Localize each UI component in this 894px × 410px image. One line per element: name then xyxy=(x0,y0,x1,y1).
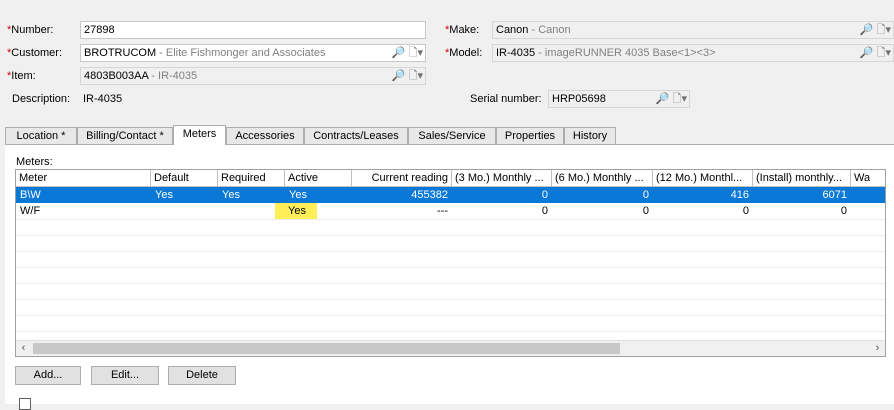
monthly-6mo-cell: 0 xyxy=(642,189,649,201)
meter-cell: W/F xyxy=(20,205,41,217)
monthly-12mo-cell: 0 xyxy=(742,205,749,217)
description-label: Description: xyxy=(12,93,71,105)
make-label: *Make: xyxy=(445,24,480,36)
scrollbar-thumb[interactable] xyxy=(33,343,620,354)
row-divider xyxy=(16,267,885,268)
row-divider xyxy=(16,251,885,252)
row-divider xyxy=(16,331,885,332)
row-divider xyxy=(16,219,885,220)
column-header-active[interactable]: Active xyxy=(285,170,352,186)
search-icon[interactable]: 🔎 xyxy=(392,69,406,83)
item-field[interactable]: 4803B003AA - IR-4035 🔎 🗋▾ xyxy=(80,67,426,85)
row-divider xyxy=(16,235,885,236)
row-divider xyxy=(16,299,885,300)
description-value: IR-4035 xyxy=(83,93,123,105)
customer-field[interactable]: BROTRUCOM - Elite Fishmonger and Associa… xyxy=(80,44,426,62)
install-monthly-cell: 0 xyxy=(840,205,847,217)
column-header-6mo-monthly[interactable]: (6 Mo.) Monthly ... xyxy=(552,170,653,186)
meters-grid[interactable]: Meter Default Required Active Current re… xyxy=(15,169,886,357)
table-row[interactable]: B\W Yes Yes Yes 455382 0 0 416 6071 xyxy=(16,187,885,203)
column-header-wa[interactable]: Wa xyxy=(851,170,885,186)
current-reading-cell: 455382 xyxy=(411,189,448,201)
row-divider xyxy=(16,315,885,316)
scroll-right-icon[interactable]: › xyxy=(870,341,885,356)
monthly-6mo-cell: 0 xyxy=(642,205,649,217)
column-header-required[interactable]: Required xyxy=(218,170,285,186)
active-cell: Yes xyxy=(275,203,317,219)
install-monthly-cell: 6071 xyxy=(822,189,847,201)
search-icon[interactable]: 🔎 xyxy=(860,46,874,60)
item-label: *Item: xyxy=(7,70,36,82)
document-menu-icon[interactable]: 🗋▾ xyxy=(877,46,891,60)
tab-properties[interactable]: Properties xyxy=(496,127,564,144)
monthly-3mo-cell: 0 xyxy=(541,189,548,201)
active-cell: Yes xyxy=(289,189,307,201)
table-row[interactable]: W/F Yes --- 0 0 0 0 xyxy=(16,203,885,219)
search-icon[interactable]: 🔎 xyxy=(392,46,406,60)
search-icon[interactable]: 🔎 xyxy=(860,23,874,37)
serial-number-label: Serial number: xyxy=(470,93,542,105)
tab-contracts-leases[interactable]: Contracts/Leases xyxy=(304,127,408,144)
model-field[interactable]: IR-4035 - imageRUNNER 4035 Base<1><3> 🔎 🗋… xyxy=(492,44,894,62)
monthly-3mo-cell: 0 xyxy=(541,205,548,217)
tab-location[interactable]: Location * xyxy=(5,127,77,144)
column-header-3mo-monthly[interactable]: (3 Mo.) Monthly ... xyxy=(452,170,552,186)
default-cell xyxy=(151,203,218,219)
grid-header: Meter Default Required Active Current re… xyxy=(16,170,885,187)
make-field[interactable]: Canon - Canon 🔎 🗋▾ xyxy=(492,21,894,39)
document-menu-icon[interactable]: 🗋▾ xyxy=(673,92,687,106)
document-menu-icon[interactable]: 🗋▾ xyxy=(409,46,423,60)
document-menu-icon[interactable]: 🗋▾ xyxy=(409,69,423,83)
search-icon[interactable]: 🔎 xyxy=(656,92,670,106)
column-header-12mo-monthly[interactable]: (12 Mo.) Monthl... xyxy=(653,170,753,186)
column-header-default[interactable]: Default xyxy=(151,170,218,186)
default-cell: Yes xyxy=(155,189,173,201)
delete-button[interactable]: Delete xyxy=(168,366,236,385)
meters-section-label: Meters: xyxy=(16,156,53,168)
monthly-12mo-cell: 416 xyxy=(730,189,749,201)
number-label: *Number: xyxy=(7,24,54,36)
tab-sales-service[interactable]: Sales/Service xyxy=(408,127,496,144)
tab-history[interactable]: History xyxy=(564,127,616,144)
column-header-install-monthly[interactable]: (Install) monthly... xyxy=(753,170,851,186)
horizontal-scrollbar[interactable]: ‹ › xyxy=(16,340,885,356)
row-divider xyxy=(16,283,885,284)
edit-button[interactable]: Edit... xyxy=(91,366,159,385)
number-field[interactable]: 27898 xyxy=(80,21,426,39)
model-label: *Model: xyxy=(445,47,483,59)
add-button[interactable]: Add... xyxy=(15,366,81,385)
column-header-current-reading[interactable]: Current reading xyxy=(352,170,452,186)
meter-cell: B\W xyxy=(20,189,41,201)
tab-billing-contact[interactable]: Billing/Contact * xyxy=(77,127,173,144)
option-checkbox[interactable] xyxy=(19,398,31,410)
tab-accessories[interactable]: Accessories xyxy=(226,127,304,144)
scroll-left-icon[interactable]: ‹ xyxy=(16,341,31,356)
customer-label: *Customer: xyxy=(7,47,63,59)
serial-number-field[interactable]: HRP05698 🔎 🗋▾ xyxy=(548,90,690,108)
document-menu-icon[interactable]: 🗋▾ xyxy=(877,23,891,37)
column-header-meter[interactable]: Meter xyxy=(16,170,151,186)
tab-meters[interactable]: Meters xyxy=(173,125,226,145)
current-reading-cell: --- xyxy=(437,205,448,217)
required-cell: Yes xyxy=(222,189,240,201)
